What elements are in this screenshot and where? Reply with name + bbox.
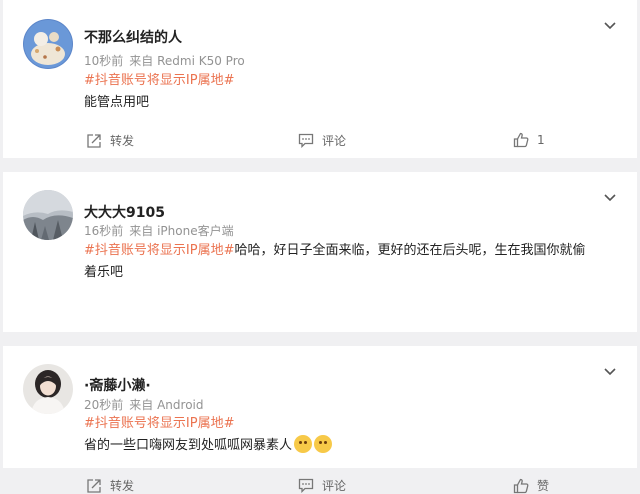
post-text: 省的一些口嗨网友到处呱呱网暴素人: [84, 438, 293, 453]
post-card: 大大大9105 16秒前 来自 iPhone客户端 #抖音账号将显示IP属地#哈哈…: [3, 172, 637, 493]
post-source: 来自 iPhone客户端: [129, 224, 234, 238]
chevron-down-icon[interactable]: [603, 188, 617, 202]
thumbs-up-icon: [513, 132, 529, 148]
post-source: 来自 Redmi K50 Pro: [129, 54, 245, 68]
avatar[interactable]: [23, 364, 73, 414]
post-source: 来自 Android: [129, 398, 204, 412]
post-content: #抖音账号将显示IP属地# 能管点用吧: [84, 70, 624, 114]
comment-button[interactable]: 评论: [298, 132, 346, 149]
post-content: #抖音账号将显示IP属地#哈哈，好日子全面来临，更好的还在后头呢，生在我国你就偷…: [84, 240, 624, 284]
chevron-down-icon[interactable]: [603, 362, 617, 376]
comment-icon: [298, 478, 314, 493]
share-icon: [87, 478, 101, 493]
post-text: 哈哈，好日子全面来临，更好的还在后头呢，生在我国你就偷: [234, 243, 586, 258]
post-time[interactable]: 16秒前: [84, 224, 123, 238]
like-label: 赞: [537, 479, 550, 493]
avatar[interactable]: [23, 19, 73, 69]
username[interactable]: 不那么纠结的人: [84, 27, 182, 47]
share-button[interactable]: 转发: [86, 477, 134, 494]
thumbs-up-icon: [513, 478, 529, 493]
nervous-face-emoji: [314, 435, 333, 453]
comment-label: 评论: [322, 479, 347, 493]
post-meta: 20秒前 来自 Android: [84, 396, 204, 413]
post-time[interactable]: 10秒前: [84, 54, 123, 68]
share-label: 转发: [110, 134, 135, 148]
avatar[interactable]: [23, 190, 73, 240]
share-button[interactable]: 转发: [86, 132, 134, 149]
comment-label: 评论: [322, 134, 347, 148]
share-icon: [87, 133, 101, 148]
hashtag-link[interactable]: #抖音账号将显示IP属地#: [84, 416, 234, 431]
nervous-face-emoji: [294, 435, 313, 453]
chevron-down-icon[interactable]: [603, 16, 617, 30]
hashtag-link[interactable]: #抖音账号将显示IP属地#: [84, 243, 234, 258]
post-time[interactable]: 20秒前: [84, 398, 123, 412]
hashtag-link[interactable]: #抖音账号将显示IP属地#: [84, 73, 234, 88]
like-button[interactable]: 1: [513, 132, 545, 148]
like-button[interactable]: 赞: [513, 477, 549, 494]
comment-icon: [298, 133, 314, 148]
like-count: 1: [537, 133, 545, 147]
post-meta: 10秒前 来自 Redmi K50 Pro: [84, 52, 245, 69]
post-text-continued: 着乐吧: [84, 265, 124, 280]
comment-button[interactable]: 评论: [298, 477, 346, 494]
share-label: 转发: [110, 479, 135, 493]
username[interactable]: 大大大9105: [84, 202, 165, 222]
post-content: #抖音账号将显示IP属地# 省的一些口嗨网友到处呱呱网暴素人: [84, 413, 624, 457]
post-meta: 16秒前 来自 iPhone客户端: [84, 222, 234, 239]
username[interactable]: ·斋藤小濑·: [84, 375, 151, 395]
post-card: 不那么纠结的人 10秒前 来自 Redmi K50 Pro #抖音账号将显示IP属…: [3, 0, 637, 158]
post-text: 能管点用吧: [84, 95, 150, 110]
post-card: ·斋藤小濑· 20秒前 来自 Android #抖音账号将显示IP属地# 省的一些…: [3, 346, 637, 468]
